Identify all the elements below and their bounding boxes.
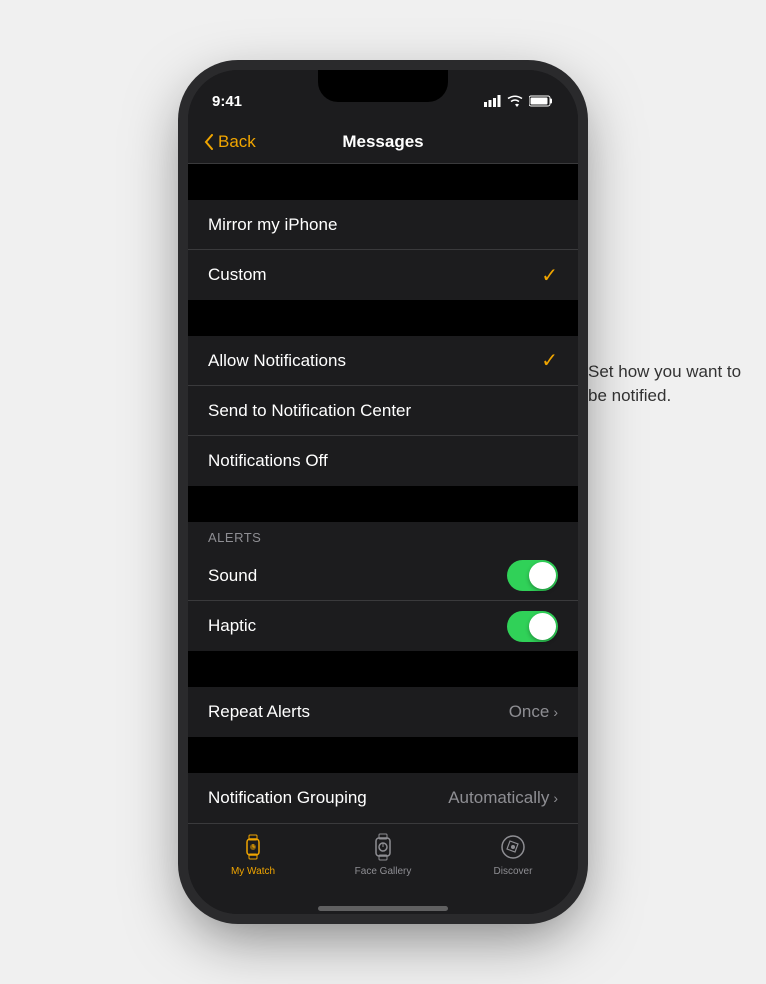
repeat-alerts-value-group: Once ›	[509, 702, 558, 722]
scene: Set how you want to be notified. 9:41	[0, 0, 766, 984]
battery-icon	[529, 95, 554, 107]
notification-grouping-value-group: Automatically ›	[448, 788, 558, 808]
mirror-group: Mirror my iPhone Custom ✓	[188, 200, 578, 300]
top-gap	[188, 164, 578, 200]
notch	[318, 70, 448, 102]
send-to-notification-center-label: Send to Notification Center	[208, 401, 411, 421]
alerts-header: ALERTS	[188, 522, 578, 551]
sound-row[interactable]: Sound	[188, 551, 578, 601]
sound-toggle-knob	[529, 562, 556, 589]
mirror-iphone-label: Mirror my iPhone	[208, 215, 337, 235]
notification-grouping-value: Automatically	[448, 788, 549, 808]
home-indicator	[188, 906, 578, 914]
notification-grouping-label: Notification Grouping	[208, 788, 367, 808]
gap-4	[188, 737, 578, 773]
haptic-label: Haptic	[208, 616, 256, 636]
custom-row[interactable]: Custom ✓	[188, 250, 578, 300]
watch-icon	[238, 832, 268, 862]
haptic-row[interactable]: Haptic	[188, 601, 578, 651]
custom-label: Custom	[208, 265, 267, 285]
tab-discover-label: Discover	[494, 866, 533, 877]
status-icons	[484, 95, 554, 107]
repeat-alerts-row[interactable]: Repeat Alerts Once ›	[188, 687, 578, 737]
notification-grouping-chevron: ›	[553, 790, 558, 806]
notifications-off-row[interactable]: Notifications Off	[188, 436, 578, 486]
signal-icon	[484, 95, 501, 107]
sound-label: Sound	[208, 566, 257, 586]
mirror-iphone-row[interactable]: Mirror my iPhone	[188, 200, 578, 250]
allow-notifications-label: Allow Notifications	[208, 351, 346, 371]
repeat-alerts-label: Repeat Alerts	[208, 702, 310, 722]
gap-1	[188, 300, 578, 336]
status-bar: 9:41	[188, 70, 578, 120]
notification-grouping-group: Notification Grouping Automatically ›	[188, 773, 578, 823]
repeat-alerts-group: Repeat Alerts Once ›	[188, 687, 578, 737]
phone-frame: 9:41	[188, 70, 578, 914]
home-bar	[318, 906, 448, 911]
nav-title: Messages	[342, 132, 423, 152]
back-button[interactable]: Back	[204, 132, 256, 152]
alerts-section: ALERTS Sound Haptic	[188, 522, 578, 651]
tab-my-watch-label: My Watch	[231, 866, 275, 877]
allow-notifications-check: ✓	[541, 348, 558, 373]
notification-grouping-row[interactable]: Notification Grouping Automatically ›	[188, 773, 578, 823]
tab-face-gallery-label: Face Gallery	[355, 866, 412, 877]
status-time: 9:41	[212, 93, 242, 110]
tab-discover[interactable]: Discover	[473, 832, 553, 877]
gap-2	[188, 486, 578, 522]
face-gallery-icon	[368, 832, 398, 862]
repeat-alerts-value: Once	[509, 702, 550, 722]
callout-text: Set how you want to be notified.	[588, 360, 748, 408]
sound-toggle[interactable]	[507, 560, 558, 591]
repeat-alerts-chevron: ›	[553, 704, 558, 720]
custom-check: ✓	[541, 263, 558, 288]
send-to-notification-center-row[interactable]: Send to Notification Center	[188, 386, 578, 436]
gap-3	[188, 651, 578, 687]
notification-group: Allow Notifications ✓ Send to Notificati…	[188, 336, 578, 486]
wifi-icon	[507, 95, 523, 107]
tab-face-gallery[interactable]: Face Gallery	[343, 832, 423, 877]
back-label: Back	[218, 132, 256, 152]
haptic-toggle-knob	[529, 613, 556, 640]
chevron-left-icon	[204, 134, 214, 150]
tab-bar: My Watch Face Gallery	[188, 823, 578, 906]
notifications-off-label: Notifications Off	[208, 451, 328, 471]
haptic-toggle[interactable]	[507, 611, 558, 642]
content-area: Mirror my iPhone Custom ✓ Allow Notifica…	[188, 164, 578, 823]
tab-my-watch[interactable]: My Watch	[213, 832, 293, 877]
discover-icon	[498, 832, 528, 862]
nav-bar: Back Messages	[188, 120, 578, 164]
allow-notifications-row[interactable]: Allow Notifications ✓	[188, 336, 578, 386]
